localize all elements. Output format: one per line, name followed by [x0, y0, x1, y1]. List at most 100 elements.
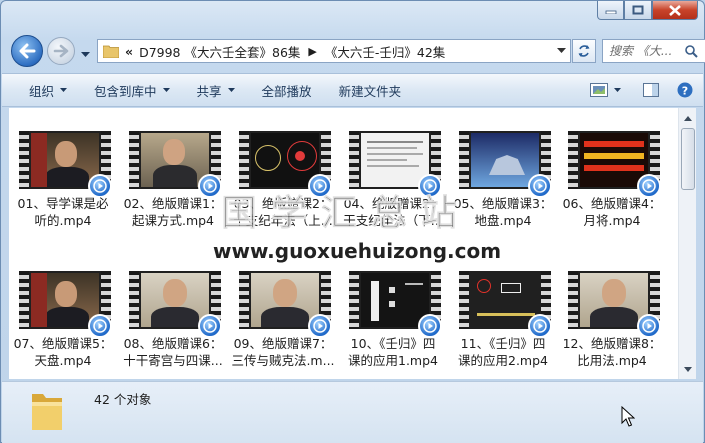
- file-item[interactable]: 08、绝版赠课6： 十干寄宫与四课...: [119, 256, 227, 379]
- organize-menu[interactable]: 组织: [29, 81, 68, 100]
- back-arrow-icon: [19, 43, 36, 59]
- watermark-url: www.guoxuehuizong.com: [213, 239, 502, 263]
- close-icon: [669, 4, 681, 16]
- search-icon[interactable]: [685, 44, 698, 58]
- forward-arrow-icon: [53, 44, 69, 58]
- maximize-button[interactable]: [624, 1, 652, 20]
- view-icon: [590, 83, 608, 97]
- file-name-line1: 06、绝版赠课4：: [562, 196, 662, 211]
- file-name: 02、绝版赠课1： 起课方式.mp4: [119, 195, 227, 229]
- file-name-line1: 07、绝版赠课5：: [13, 336, 113, 351]
- include-library-menu[interactable]: 包含到库中: [94, 81, 170, 100]
- file-name-line2: 课的应用1.mp4: [348, 353, 438, 368]
- file-name-line2: 天盘.mp4: [34, 353, 92, 368]
- breadcrumb-overflow-icon[interactable]: «: [125, 44, 133, 59]
- include-library-label: 包含到库中: [94, 83, 157, 99]
- address-bar[interactable]: « D7998 《大六壬全套》86集 ▶ 《大六壬-壬归》42集: [97, 39, 571, 63]
- help-button[interactable]: ?: [677, 79, 693, 101]
- search-input[interactable]: [609, 44, 685, 58]
- breadcrumb-item-current[interactable]: 《大六壬-壬归》42集: [325, 42, 445, 61]
- chevron-down-icon: [81, 52, 90, 57]
- file-name-line2: 月将.mp4: [583, 213, 641, 228]
- share-menu[interactable]: 共享: [197, 81, 235, 100]
- file-name-line2: 听的.mp4: [34, 213, 92, 228]
- file-name-line2: 起课方式.mp4: [131, 213, 215, 228]
- chevron-down-icon: [162, 88, 170, 92]
- file-name-line2: 十干寄宫与四课...: [123, 353, 223, 368]
- refresh-button[interactable]: [572, 39, 596, 63]
- file-name-line1: 12、绝版赠课8：: [562, 336, 662, 351]
- watermark-title: 国学汇总站: [220, 193, 472, 235]
- scroll-thumb[interactable]: [681, 128, 695, 190]
- chevron-down-icon: [684, 366, 692, 372]
- address-dropdown-button[interactable]: [552, 40, 570, 62]
- details-pane: 42 个对象: [2, 381, 703, 443]
- file-name-line1: 08、绝版赠课6：: [123, 336, 223, 351]
- new-folder-button[interactable]: 新建文件夹: [339, 81, 402, 100]
- file-name-line2: 地盘.mp4: [474, 213, 532, 228]
- view-options-dropdown[interactable]: [614, 79, 621, 101]
- share-label: 共享: [196, 83, 222, 99]
- file-name-line1: 02、绝版赠课1：: [123, 196, 223, 211]
- file-item[interactable]: 10、《壬归》四 课的应用1.mp4: [339, 256, 447, 379]
- file-name: 06、绝版赠课4： 月将.mp4: [558, 195, 666, 229]
- breadcrumb-separator-icon[interactable]: ▶: [308, 45, 316, 58]
- file-name-line2: 比用法.mp4: [577, 353, 647, 368]
- minimize-button[interactable]: [597, 1, 624, 20]
- play-all-button[interactable]: 全部播放: [262, 81, 312, 100]
- play-all-label: 全部播放: [261, 83, 312, 99]
- forward-button[interactable]: [47, 37, 75, 65]
- file-item[interactable]: 01、导学课是必 听的.mp4: [9, 116, 117, 246]
- folder-large-icon: [30, 388, 64, 435]
- file-item[interactable]: 02、绝版赠课1： 起课方式.mp4: [119, 116, 227, 246]
- mouse-cursor-icon: [621, 406, 635, 427]
- chevron-down-icon: [227, 88, 235, 92]
- new-folder-label: 新建文件夹: [338, 83, 402, 99]
- close-button[interactable]: [652, 1, 698, 20]
- recent-pages-dropdown[interactable]: [81, 47, 90, 61]
- file-name: 09、绝版赠课7： 三传与贼克法.m...: [229, 335, 337, 369]
- organize-label: 组织: [29, 83, 55, 99]
- help-icon: ?: [677, 82, 693, 98]
- file-item[interactable]: 07、绝版赠课5： 天盘.mp4: [9, 256, 117, 379]
- command-bar: 组织 包含到库中 共享 全部播放 新建文件夹 ?: [2, 73, 703, 107]
- file-name-line2: 三传与贼克法.m...: [231, 353, 335, 368]
- chevron-up-icon: [684, 115, 692, 121]
- change-view-button[interactable]: [590, 79, 608, 101]
- folder-icon: [103, 45, 119, 58]
- maximize-icon: [632, 5, 644, 15]
- scroll-down-button[interactable]: [680, 361, 696, 377]
- navigation-bar: « D7998 《大六壬全套》86集 ▶ 《大六壬-壬归》42集: [9, 35, 705, 67]
- minimize-icon: [605, 10, 616, 14]
- chevron-down-icon: [60, 88, 68, 92]
- file-name-line1: 01、导学课是必: [17, 196, 109, 211]
- file-item[interactable]: 11、《壬归》四 课的应用2.mp4: [449, 256, 557, 379]
- refresh-icon: [578, 45, 590, 57]
- file-item[interactable]: 09、绝版赠课7： 三传与贼克法.m...: [229, 256, 337, 379]
- file-name: 07、绝版赠课5： 天盘.mp4: [9, 335, 117, 369]
- file-item[interactable]: 06、绝版赠课4： 月将.mp4: [558, 116, 666, 246]
- file-name-line2: 课的应用2.mp4: [458, 353, 548, 368]
- file-item[interactable]: 12、绝版赠课8： 比用法.mp4: [558, 256, 666, 379]
- file-view[interactable]: 01、导学课是必 听的.mp4 02、绝版赠课1： 起课方式.mp4 03、绝版赠课2：…: [9, 108, 678, 379]
- back-button[interactable]: [11, 35, 43, 67]
- file-name: 12、绝版赠课8： 比用法.mp4: [558, 335, 666, 369]
- view-controls: ?: [584, 79, 693, 101]
- file-name: 11、《壬归》四 课的应用2.mp4: [449, 335, 557, 369]
- item-count: 42 个对象: [94, 392, 152, 407]
- preview-pane-button[interactable]: [643, 79, 659, 101]
- file-name: 08、绝版赠课6： 十干寄宫与四课...: [119, 335, 227, 369]
- chevron-down-icon: [556, 48, 566, 53]
- preview-pane-icon: [643, 83, 659, 97]
- chevron-down-icon: [614, 88, 621, 92]
- file-name-line1: 10、《壬归》四: [350, 336, 436, 351]
- file-name-line1: 11、《壬归》四: [460, 336, 546, 351]
- window-controls: [597, 1, 698, 20]
- scroll-up-button[interactable]: [680, 110, 696, 126]
- vertical-scrollbar[interactable]: [678, 108, 696, 379]
- file-name-line1: 09、绝版赠课7：: [233, 336, 333, 351]
- svg-text:?: ?: [682, 85, 688, 98]
- explorer-window: « D7998 《大六壬全套》86集 ▶ 《大六壬-壬归》42集 组织 包含到库…: [0, 0, 705, 443]
- breadcrumb-item-parent[interactable]: D7998 《大六壬全套》86集: [139, 42, 300, 61]
- search-box[interactable]: [602, 39, 705, 63]
